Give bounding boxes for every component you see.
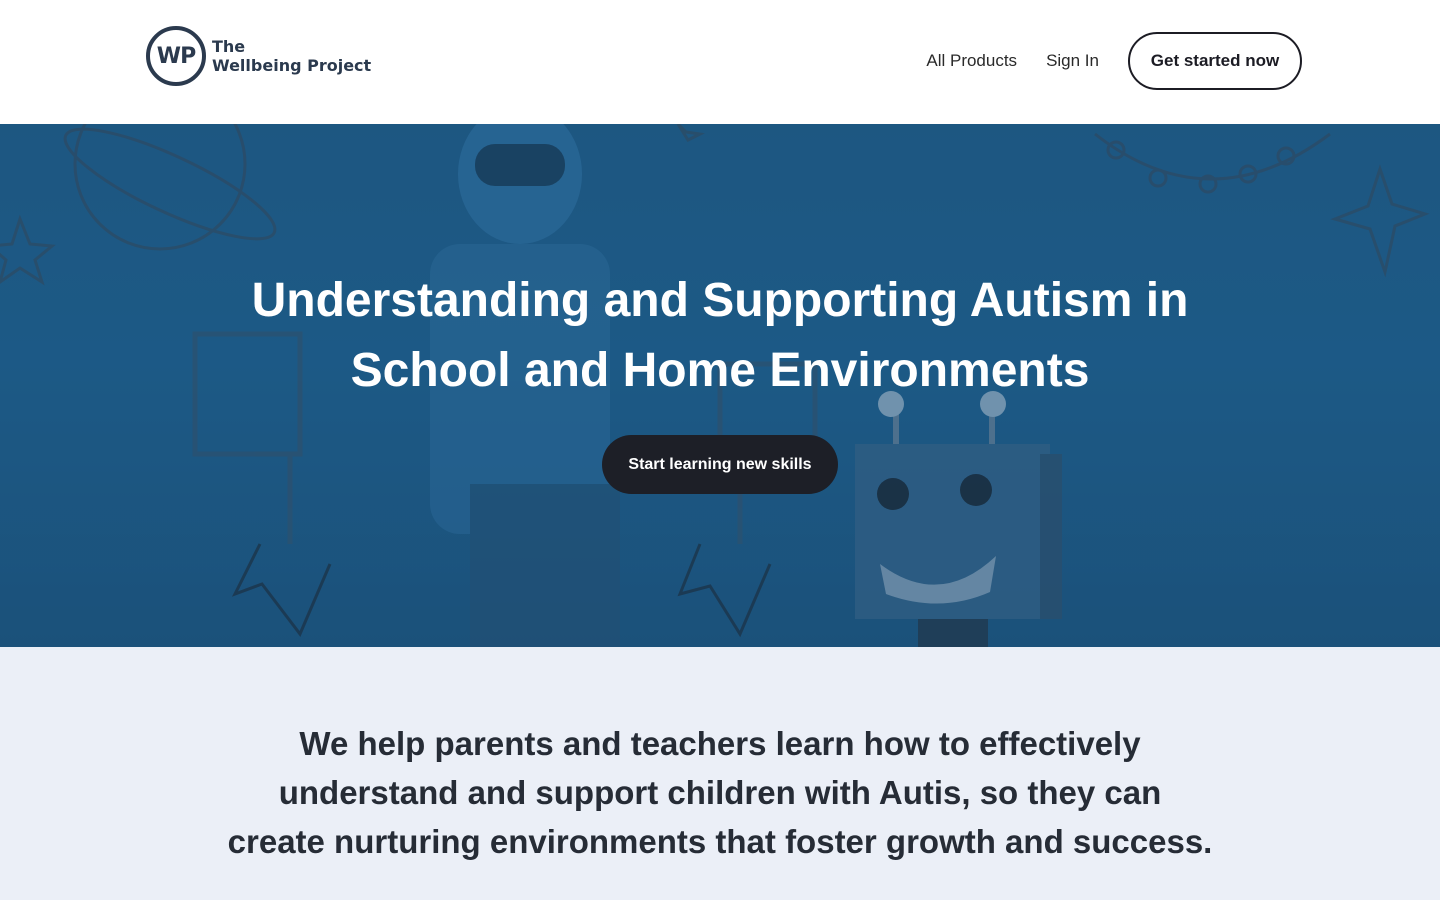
mission-line-2: understand and support children with Aut… (278, 774, 1162, 811)
hero-title-line-1: Understanding and Supporting Autism in (251, 274, 1189, 327)
brand-logo[interactable]: WP The Wellbeing Project (146, 26, 371, 86)
nav-sign-in[interactable]: Sign In (1046, 51, 1099, 71)
hero-section: Understanding and Supporting Autism in S… (0, 124, 1440, 647)
logo-line-1: The (212, 37, 246, 56)
start-learning-button[interactable]: Start learning new skills (602, 435, 838, 494)
logo-line-2: Wellbeing Project (212, 56, 372, 75)
get-started-button[interactable]: Get started now (1128, 32, 1302, 90)
mission-line-3: create nurturing environments that foste… (227, 823, 1213, 860)
hero-title: Understanding and Supporting Autism in S… (0, 266, 1440, 406)
main-nav: All Products Sign In Get started now (926, 32, 1302, 90)
site-header: WP The Wellbeing Project All Products Si… (0, 0, 1440, 124)
logo-text: The Wellbeing Project (212, 37, 371, 75)
mission-line-1: We help parents and teachers learn how t… (299, 725, 1141, 762)
nav-all-products[interactable]: All Products (926, 51, 1017, 71)
mission-statement: We help parents and teachers learn how t… (0, 719, 1440, 866)
logo-mark: WP (146, 26, 206, 86)
hero-title-line-2: School and Home Environments (350, 344, 1090, 397)
mission-section: We help parents and teachers learn how t… (0, 647, 1440, 900)
